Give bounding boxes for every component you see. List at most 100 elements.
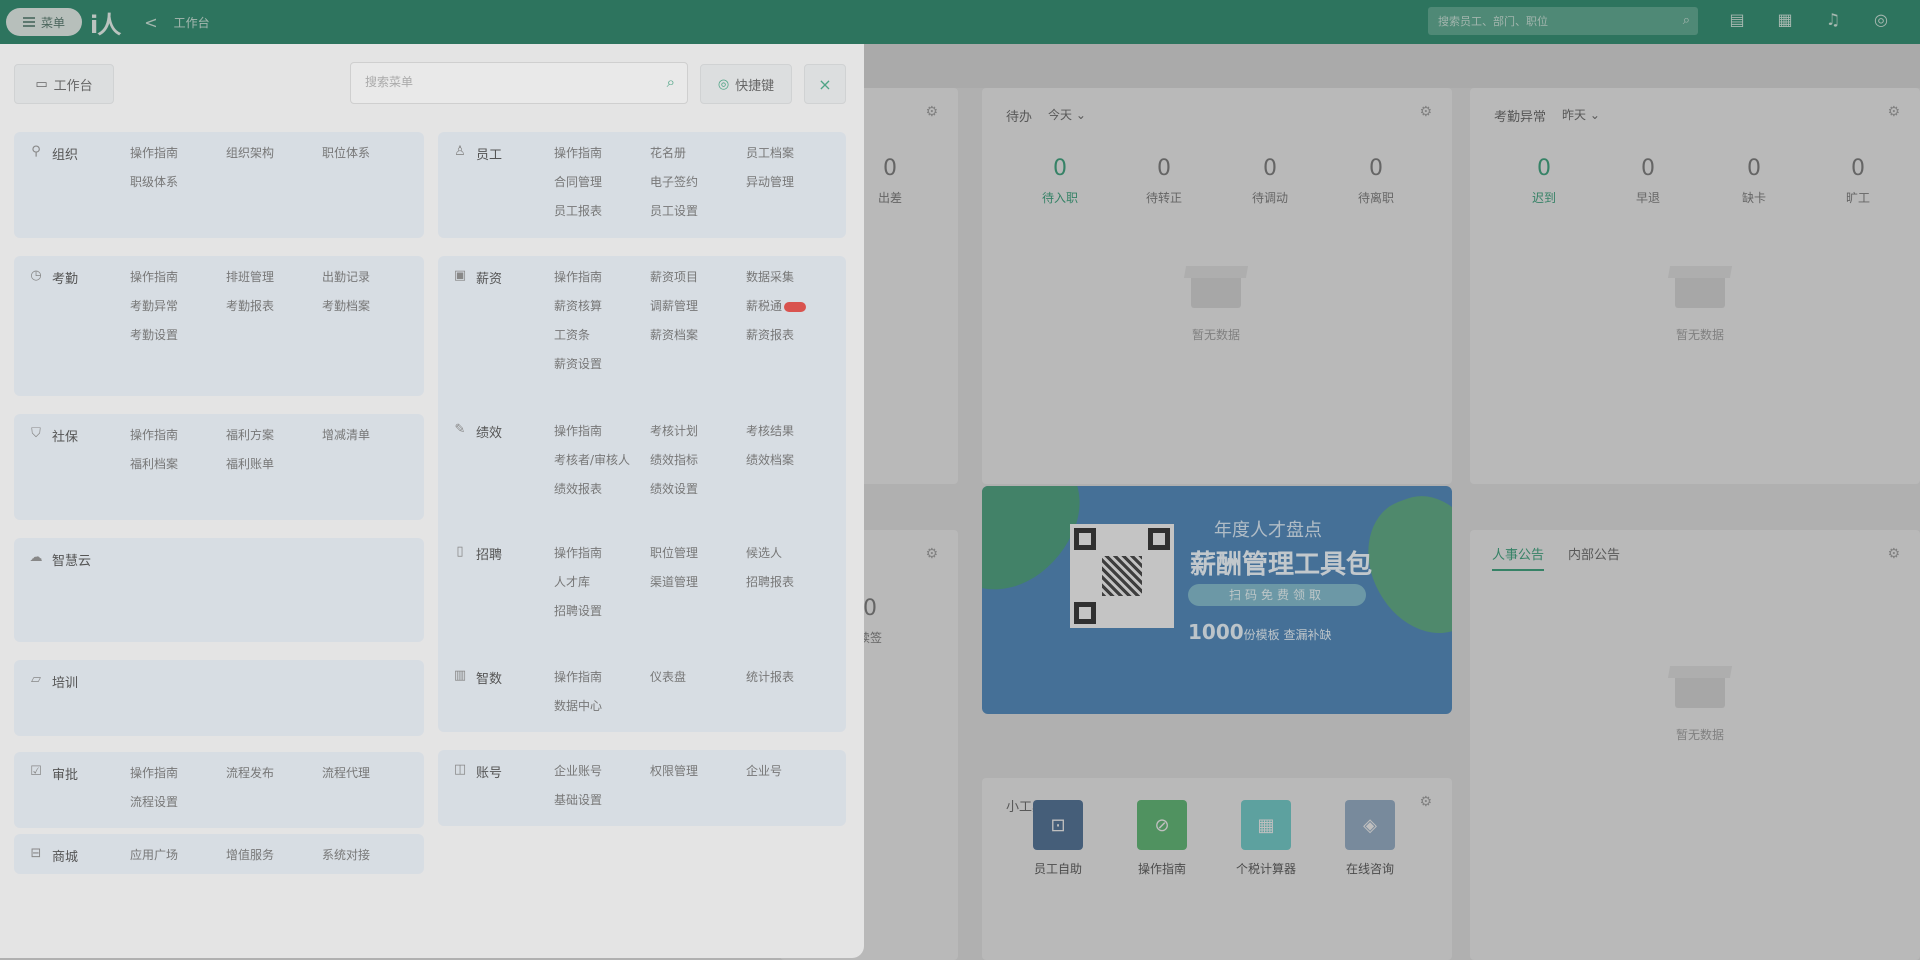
book-icon: ▱ [31,672,41,687]
menu-module: ⊟ 商城 应用广场 增值服务 系统对接 [14,834,424,874]
menu-item[interactable]: 操作指南 [554,268,650,285]
menu-panel: ▭ 工作台 ⌕ ◎ 快捷键 × ⚲组织操作指南组织架构职位体系职级体系♙员工操作… [0,44,864,958]
menu-item[interactable]: 系统对接 [322,846,418,863]
menu-item[interactable]: 绩效设置 [650,480,746,497]
menu-item[interactable]: 福利账单 [226,455,322,472]
menu-item[interactable]: 薪资档案 [650,326,746,343]
menu-item[interactable]: 操作指南 [554,668,650,685]
menu-item[interactable]: 人才库 [554,573,650,590]
cloud-icon: ☁ [29,550,43,565]
menu-module: ▥ 智数 操作指南 仪表盘 统计报表数据中心 [438,656,846,732]
menu-item[interactable]: 考勤档案 [322,297,418,314]
chart-icon: ▥ [453,668,467,683]
menu-item[interactable]: 职位管理 [650,544,746,561]
menu-item[interactable]: 增减清单 [322,426,418,443]
menu-module: ◫ 账号 企业账号 权限管理 企业号 基础设置 [438,750,846,826]
module-title[interactable]: 绩效 [476,422,502,441]
module-title[interactable]: 商城 [52,846,78,865]
menu-item[interactable]: 出勤记录 [322,268,418,285]
menu-item[interactable]: 企业账号 [554,762,650,779]
menu-item[interactable]: 操作指南 [554,422,650,439]
menu-item[interactable]: 绩效报表 [554,480,650,497]
menu-item[interactable]: 薪资报表 [746,326,842,343]
module-title[interactable]: 智数 [476,668,502,687]
menu-item[interactable]: 合同管理 [554,173,650,190]
menu-item[interactable]: 仪表盘 [650,668,746,685]
menu-item[interactable]: 考核计划 [650,422,746,439]
menu-item[interactable]: 招聘报表 [746,573,842,590]
menu-item[interactable]: 数据采集 [746,268,842,285]
menu-item[interactable]: 福利档案 [130,455,226,472]
menu-item[interactable]: 员工设置 [650,202,746,219]
menu-item[interactable]: 组织架构 [226,144,322,161]
menu-module: ▣ 薪资 操作指南 薪资项目 数据采集 薪资核算 调薪管理 薪税通 工资条 薪资档案 薪资报表 薪资设… [438,256,846,428]
menu-item[interactable]: 操作指南 [130,764,226,781]
menu-item[interactable]: 操作指南 [130,268,226,285]
menu-item[interactable]: 招聘设置 [554,602,650,619]
module-title[interactable]: 薪资 [476,268,502,287]
edit-icon: ✎ [454,422,466,437]
menu-item[interactable]: 考勤报表 [226,297,322,314]
menu-item[interactable]: 企业号 [746,762,842,779]
menu-item[interactable]: 基础设置 [554,791,650,808]
menu-item[interactable]: 花名册 [650,144,746,161]
menu-item[interactable]: 操作指南 [554,544,650,561]
menu-item[interactable]: 操作指南 [130,426,226,443]
menu-item[interactable]: 电子签约 [650,173,746,190]
menu-item[interactable]: 职级体系 [130,173,226,190]
menu-item[interactable]: 职位体系 [322,144,418,161]
menu-item[interactable]: 薪资项目 [650,268,746,285]
menu-item[interactable]: 候选人 [746,544,842,561]
menu-item[interactable]: 绩效指标 [650,451,746,468]
person-icon: ♙ [454,144,466,159]
menu-item[interactable]: 排班管理 [226,268,322,285]
module-title[interactable]: 组织 [52,144,78,163]
menu-module: ▯ 招聘 操作指南 职位管理 候选人人才库 渠道管理 招聘报表招聘设置 [438,532,846,672]
menu-item[interactable]: 薪资设置 [554,355,650,372]
menu-item[interactable]: 工资条 [554,326,650,343]
module-title[interactable]: 审批 [52,764,78,783]
menu-item[interactable]: 操作指南 [554,144,650,161]
menu-item[interactable]: 员工档案 [746,144,842,161]
menu-item[interactable]: 福利方案 [226,426,322,443]
menu-module: ☁ 智慧云 [14,538,424,642]
menu-item[interactable]: 调薪管理 [650,297,746,314]
module-title[interactable]: 考勤 [52,268,78,287]
menu-item[interactable]: 流程代理 [322,764,418,781]
menu-item[interactable]: 薪资核算 [554,297,650,314]
menu-item[interactable]: 流程设置 [130,793,226,810]
close-button[interactable]: × [804,64,846,104]
menu-module: ⚲ 组织 操作指南 组织架构 职位体系 职级体系 [14,132,424,238]
menu-item[interactable]: 绩效档案 [746,451,842,468]
module-title[interactable]: 员工 [476,144,502,163]
menu-item[interactable]: 权限管理 [650,762,746,779]
menu-item[interactable]: 应用广场 [130,846,226,863]
menu-item[interactable]: 考核结果 [746,422,842,439]
menu-module: ✎ 绩效 操作指南 考核计划 考核结果考核者/审核人 绩效指标 绩效档案绩效报表 绩效设置 [438,410,846,550]
module-title[interactable]: 招聘 [476,544,502,563]
menu-search-input[interactable] [365,75,645,89]
menu-module: ⛉ 社保 操作指南 福利方案 增减清单 福利档案 福利账单 [14,414,424,520]
menu-item[interactable]: 考勤设置 [130,326,226,343]
clock-icon: ◷ [30,268,42,283]
menu-item[interactable]: 异动管理 [746,173,842,190]
module-title[interactable]: 账号 [476,762,502,781]
menu-item[interactable]: 薪税通 [746,297,842,314]
menu-item[interactable]: 渠道管理 [650,573,746,590]
menu-item[interactable]: 考核者/审核人 [554,451,650,468]
menu-item[interactable]: 考勤异常 [130,297,226,314]
module-title[interactable]: 社保 [52,426,78,445]
menu-item[interactable]: 增值服务 [226,846,322,863]
shortcut-button[interactable]: ◎ 快捷键 [700,64,792,104]
workbench-button[interactable]: ▭ 工作台 [14,64,114,104]
menu-item[interactable]: 数据中心 [554,697,650,714]
doc-icon: ▯ [456,544,464,559]
menu-item[interactable]: 操作指南 [130,144,226,161]
module-title[interactable]: 培训 [52,672,78,691]
menu-search[interactable]: ⌕ [350,62,688,104]
menu-item[interactable]: 流程发布 [226,764,322,781]
module-title[interactable]: 智慧云 [52,550,91,569]
menu-item[interactable]: 员工报表 [554,202,650,219]
search-icon[interactable]: ⌕ [667,73,675,91]
menu-item[interactable]: 统计报表 [746,668,842,685]
